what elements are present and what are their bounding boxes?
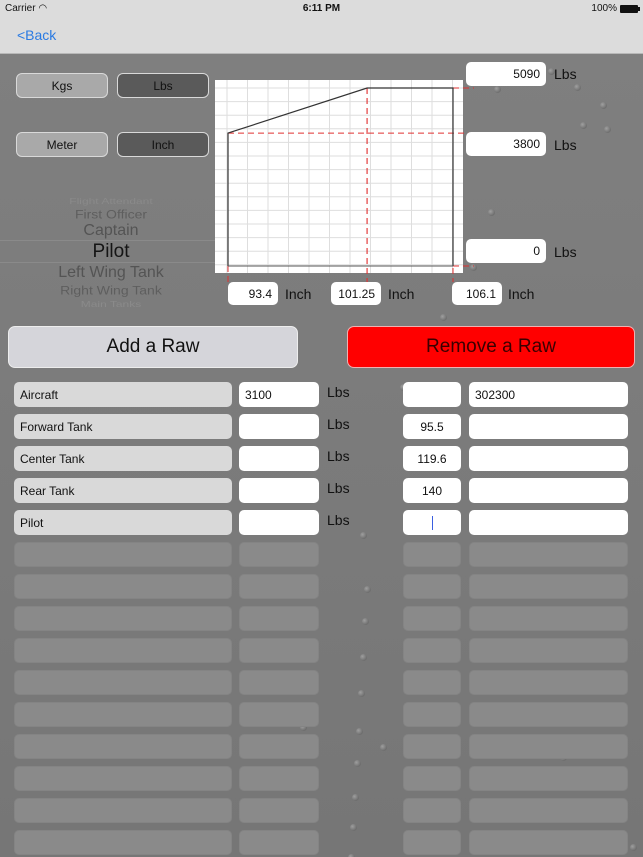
mid-limit-field[interactable]: 101.25 — [331, 282, 381, 305]
moment-field — [469, 670, 628, 695]
moment-field — [469, 638, 628, 663]
moment-field[interactable] — [469, 446, 628, 471]
weight-field — [239, 830, 319, 855]
moment-field — [469, 574, 628, 599]
unit-label: Lbs — [554, 244, 577, 260]
rivet-decoration — [630, 844, 637, 851]
arm-field — [403, 702, 461, 727]
arm-field — [403, 766, 461, 791]
add-row-button[interactable]: Add a Raw — [8, 326, 298, 368]
text-cursor — [431, 515, 433, 530]
arm-field — [403, 830, 461, 855]
moment-field — [469, 542, 628, 567]
item-name-field — [14, 702, 232, 727]
unit-label: Lbs — [327, 480, 350, 496]
weight-field — [239, 702, 319, 727]
weight-field — [239, 606, 319, 631]
cg-envelope-chart — [215, 80, 474, 282]
rivet-decoration — [364, 586, 371, 593]
item-name-field — [14, 670, 232, 695]
aft-limit-field[interactable]: 106.1 — [452, 282, 502, 305]
moment-field — [469, 766, 628, 791]
unit-label: Lbs — [554, 66, 577, 82]
unit-label: Lbs — [327, 384, 350, 400]
item-name-field[interactable]: Aircraft — [14, 382, 232, 407]
unit-label: Inch — [508, 286, 535, 302]
weight-field[interactable]: 3100 — [239, 382, 319, 407]
rivet-decoration — [380, 744, 387, 751]
moment-field[interactable] — [469, 478, 628, 503]
unit-label: Lbs — [327, 512, 350, 528]
arm-field — [403, 798, 461, 823]
arm-field[interactable]: 95.5 — [403, 414, 461, 439]
item-name-field — [14, 606, 232, 631]
item-name-field — [14, 574, 232, 599]
weight-field — [239, 542, 319, 567]
item-name-field[interactable]: Pilot — [14, 510, 232, 535]
weight-field — [239, 574, 319, 599]
weight-field[interactable] — [239, 478, 319, 503]
rivet-decoration — [360, 654, 367, 661]
moment-field — [469, 830, 628, 855]
arm-field — [403, 734, 461, 759]
moment-field — [469, 734, 628, 759]
moment-field[interactable] — [469, 414, 628, 439]
chart-background — [215, 80, 463, 273]
rivet-decoration — [356, 728, 363, 735]
item-name-field — [14, 766, 232, 791]
moment-field — [469, 702, 628, 727]
arm-field — [403, 670, 461, 695]
mid-weight-field[interactable]: 3800 — [466, 132, 546, 156]
arm-field — [403, 606, 461, 631]
weight-field — [239, 734, 319, 759]
remove-row-button[interactable]: Remove a Raw — [347, 326, 635, 368]
weight-field[interactable] — [239, 414, 319, 439]
item-name-field[interactable]: Center Tank — [14, 446, 232, 471]
weight-field — [239, 798, 319, 823]
rivet-decoration — [360, 532, 367, 539]
item-name-field — [14, 830, 232, 855]
rivet-decoration — [354, 760, 361, 767]
fwd-limit-field[interactable]: 93.4 — [228, 282, 278, 305]
max-weight-field[interactable]: 5090 — [466, 62, 546, 86]
unit-label: Inch — [388, 286, 415, 302]
arm-field[interactable] — [403, 382, 461, 407]
arm-field — [403, 542, 461, 567]
unit-label: Inch — [285, 286, 312, 302]
arm-field[interactable]: 140 — [403, 478, 461, 503]
item-name-field[interactable]: Forward Tank — [14, 414, 232, 439]
weight-field[interactable] — [239, 510, 319, 535]
min-weight-field[interactable]: 0 — [466, 239, 546, 263]
item-name-field — [14, 638, 232, 663]
arm-field-focused[interactable] — [403, 510, 461, 535]
item-name-field — [14, 542, 232, 567]
moment-field[interactable]: 302300 — [469, 382, 628, 407]
arm-field — [403, 638, 461, 663]
unit-label: Lbs — [554, 137, 577, 153]
rivet-decoration — [350, 824, 357, 831]
unit-label: Lbs — [327, 448, 350, 464]
arm-field — [403, 574, 461, 599]
item-name-field — [14, 734, 232, 759]
moment-field — [469, 798, 628, 823]
rivet-decoration — [352, 794, 359, 801]
item-name-field[interactable]: Rear Tank — [14, 478, 232, 503]
rivet-decoration — [358, 690, 365, 697]
weight-field — [239, 638, 319, 663]
arm-field[interactable]: 119.6 — [403, 446, 461, 471]
weight-field — [239, 670, 319, 695]
unit-label: Lbs — [327, 416, 350, 432]
item-name-field — [14, 798, 232, 823]
moment-field — [469, 606, 628, 631]
weight-field[interactable] — [239, 446, 319, 471]
rivet-decoration — [362, 618, 369, 625]
weight-field — [239, 766, 319, 791]
moment-field[interactable] — [469, 510, 628, 535]
